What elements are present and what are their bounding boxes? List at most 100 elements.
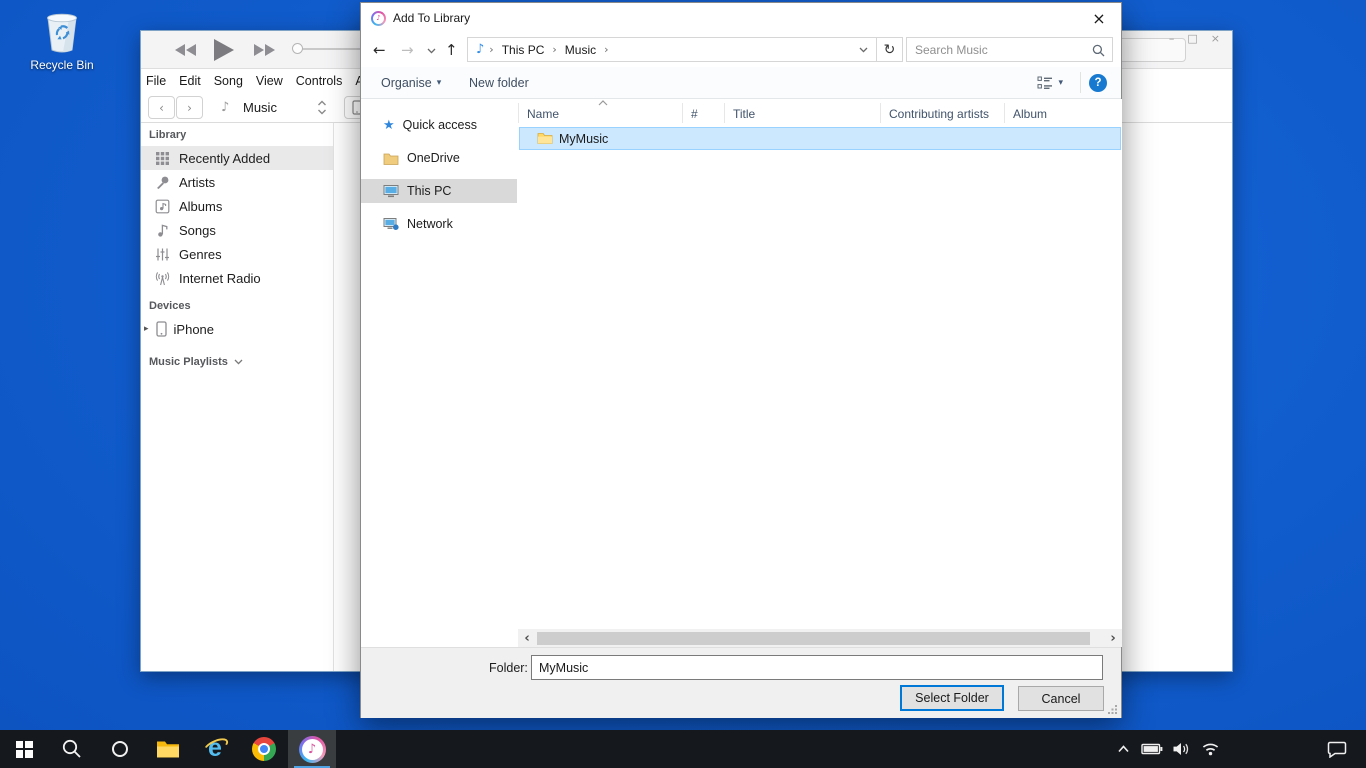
search-box	[906, 37, 1113, 62]
sidebar-item-label: Recently Added	[179, 151, 270, 166]
resize-grip[interactable]	[1107, 704, 1118, 715]
sidebar-item-genres[interactable]: Genres	[141, 242, 333, 266]
itunes-taskbar-button[interactable]: ♪	[288, 730, 336, 768]
minimize-icon[interactable]: –	[1169, 31, 1175, 47]
file-name: MyMusic	[559, 132, 608, 146]
nav-item-this-pc[interactable]: This PC	[361, 179, 517, 203]
microphone-icon	[155, 175, 170, 190]
next-track-icon[interactable]	[253, 43, 276, 57]
new-folder-button[interactable]: New folder	[469, 67, 529, 98]
view-mode-button[interactable]: ▾	[1037, 67, 1063, 98]
nav-item-label: This PC	[407, 184, 451, 198]
disclosure-icon[interactable]: ▸	[144, 324, 149, 334]
scroll-right-arrow[interactable]: ›	[1105, 629, 1121, 647]
taskbar-search-button[interactable]	[48, 730, 96, 768]
sidebar-item-songs[interactable]: Songs	[141, 218, 333, 242]
toolbar-separator	[1080, 72, 1081, 93]
column-album[interactable]: Album	[1004, 103, 1070, 123]
album-icon	[155, 199, 170, 214]
folder-name-input[interactable]	[531, 655, 1103, 680]
menu-controls[interactable]: Controls	[296, 74, 343, 88]
wifi-tray-icon[interactable]	[1199, 730, 1221, 768]
tray-chevron-up[interactable]	[1112, 730, 1134, 768]
cancel-button[interactable]: Cancel	[1018, 686, 1104, 711]
select-folder-button[interactable]: Select Folder	[900, 685, 1004, 711]
column-name[interactable]: Name	[518, 103, 682, 123]
file-explorer-button[interactable]	[144, 730, 192, 768]
media-picker[interactable]: ♪ Music	[213, 96, 363, 119]
nav-item-quick-access[interactable]: ★ Quick access	[361, 113, 517, 137]
horizontal-scrollbar: ‹ ›	[518, 629, 1122, 647]
menu-file[interactable]: File	[146, 74, 166, 88]
taskbar: e ♪	[0, 730, 1366, 768]
search-input[interactable]	[907, 38, 1112, 61]
scrollbar-thumb[interactable]	[537, 632, 1090, 645]
itunes-app-icon: ♪	[371, 11, 386, 26]
search-icon	[61, 738, 83, 760]
column-contributing-artists[interactable]: Contributing artists	[880, 103, 1004, 123]
play-icon[interactable]	[213, 38, 235, 62]
recent-locations-chevron-icon[interactable]	[427, 48, 436, 54]
start-button[interactable]	[0, 730, 48, 768]
volume-tray-icon[interactable]	[1170, 730, 1192, 768]
cortana-button[interactable]	[96, 730, 144, 768]
forward-icon[interactable]: →	[401, 33, 414, 67]
column-title[interactable]: Title	[724, 103, 880, 123]
new-folder-label: New folder	[469, 76, 529, 90]
action-center-button[interactable]	[1322, 730, 1352, 768]
address-dropdown-chevron-icon[interactable]	[859, 47, 868, 53]
menu-view[interactable]: View	[256, 74, 283, 88]
sidebar-item-albums[interactable]: Albums	[141, 194, 333, 218]
maximize-icon[interactable]: □	[1187, 31, 1197, 47]
battery-tray-icon[interactable]	[1141, 730, 1163, 768]
breadcrumb-this-pc[interactable]: This PC	[497, 43, 550, 57]
column-number[interactable]: #	[682, 103, 724, 123]
menu-song[interactable]: Song	[214, 74, 243, 88]
scroll-left-arrow[interactable]: ‹	[519, 629, 535, 647]
volume-slider-knob[interactable]	[292, 43, 303, 54]
help-button[interactable]: ?	[1089, 74, 1107, 92]
dialog-toolbar: Organise ▾ New folder ▾ ?	[361, 67, 1121, 99]
chevron-up-icon	[1117, 744, 1130, 754]
network-icon	[383, 217, 399, 231]
search-icon[interactable]	[1092, 44, 1105, 57]
close-icon[interactable]: ×	[1211, 31, 1220, 47]
taskbar-apps: e ♪	[0, 730, 336, 768]
folder-icon	[537, 132, 553, 145]
battery-icon	[1141, 743, 1163, 755]
chrome-button[interactable]	[240, 730, 288, 768]
nav-item-onedrive[interactable]: OneDrive	[361, 146, 517, 170]
breadcrumb-separator: ›	[549, 43, 559, 56]
action-center-icon	[1327, 741, 1347, 758]
dialog-nav-pane: ★ Quick access OneDrive This PC	[361, 99, 517, 629]
grid-icon	[155, 151, 170, 166]
organise-button[interactable]: Organise ▾	[381, 67, 441, 98]
sidebar-item-artists[interactable]: Artists	[141, 170, 333, 194]
sidebar-item-iphone[interactable]: ▸ iPhone	[141, 317, 333, 341]
breadcrumb[interactable]: ♪ › This PC › Music ›	[467, 37, 877, 62]
internet-explorer-button[interactable]: e	[192, 730, 240, 768]
sidebar-item-label: Songs	[179, 223, 216, 238]
music-playlists-header[interactable]: Music Playlists	[149, 355, 333, 369]
itunes-sidebar: Library Recently Added Artists Albums	[141, 123, 334, 671]
close-icon[interactable]: ×	[1083, 6, 1115, 30]
file-row-mymusic[interactable]: MyMusic	[519, 127, 1121, 150]
system-tray	[1112, 730, 1221, 768]
menu-edit[interactable]: Edit	[179, 74, 201, 88]
sidebar-item-internet-radio[interactable]: Internet Radio	[141, 266, 333, 290]
breadcrumb-music[interactable]: Music	[560, 43, 601, 57]
back-icon[interactable]: ←	[373, 33, 386, 67]
nav-item-network[interactable]: Network	[361, 212, 517, 236]
sidebar-item-recently-added[interactable]: Recently Added	[141, 146, 333, 170]
itunes-forward-button[interactable]: ›	[176, 96, 203, 119]
breadcrumb-separator: ›	[486, 43, 496, 56]
itunes-back-button[interactable]: ‹	[148, 96, 175, 119]
previous-track-icon[interactable]	[174, 43, 197, 57]
caret-down-icon: ▾	[1058, 78, 1063, 88]
refresh-button[interactable]: ↻	[877, 37, 903, 62]
media-picker-label: Music	[243, 96, 277, 119]
nav-item-label: OneDrive	[407, 151, 460, 165]
up-icon[interactable]: ↑	[445, 33, 458, 67]
recycle-bin[interactable]: Recycle Bin	[17, 8, 107, 72]
chrome-icon	[252, 737, 276, 761]
